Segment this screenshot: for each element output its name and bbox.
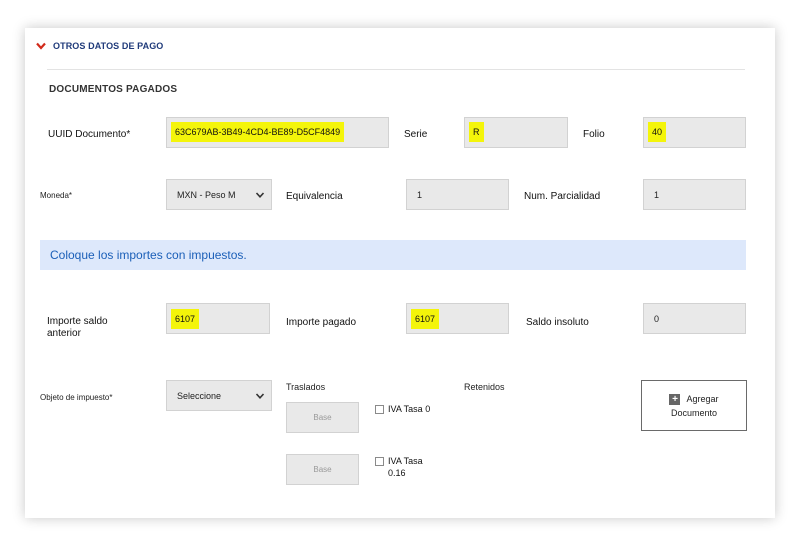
- saldo-anterior-value: 6107: [171, 309, 200, 329]
- divider: [47, 69, 745, 70]
- folio-value: 40: [648, 122, 667, 142]
- folio-label: Folio: [583, 129, 605, 140]
- iva-tasa-016-line2: 0.16: [388, 468, 406, 478]
- saldo-insoluto-input[interactable]: 0: [643, 303, 746, 334]
- saldo-anterior-label-line2: anterior: [47, 328, 81, 339]
- retenidos-label: Retenidos: [464, 382, 505, 392]
- iva-tasa-016-label: IVA Tasa 0.16: [388, 455, 423, 479]
- importe-pagado-label: Importe pagado: [286, 317, 357, 328]
- info-banner: Coloque los importes con impuestos.: [40, 240, 746, 270]
- section-title: OTROS DATOS DE PAGO: [53, 41, 164, 51]
- parcialidad-input[interactable]: 1: [643, 179, 746, 210]
- add-document-line2: Documento: [670, 407, 718, 418]
- moneda-select[interactable]: MXN - Peso M: [166, 179, 272, 210]
- iva-tasa-0-checkbox[interactable]: IVA Tasa 0: [375, 403, 430, 415]
- folio-input[interactable]: 40: [643, 117, 746, 148]
- saldo-anterior-label-line1: Importe saldo: [47, 316, 108, 327]
- add-document-row: + Agregar: [669, 393, 719, 405]
- equivalencia-input[interactable]: 1: [406, 179, 509, 210]
- base-input-iva0[interactable]: Base: [286, 402, 359, 433]
- saldo-insoluto-value: 0: [654, 314, 660, 324]
- moneda-label: Moneda*: [40, 191, 73, 200]
- moneda-selected: MXN - Peso M: [177, 189, 236, 200]
- chevron-down-icon: [255, 392, 265, 399]
- checkbox-box[interactable]: [375, 457, 384, 466]
- add-document-line1: Agregar: [686, 394, 719, 404]
- importe-pagado-input[interactable]: 6107: [406, 303, 509, 334]
- subsection-title: DOCUMENTOS PAGADOS: [49, 84, 178, 95]
- iva-tasa-0-label: IVA Tasa 0: [388, 404, 431, 414]
- add-document-button[interactable]: + Agregar Documento: [641, 380, 747, 431]
- payment-details-card: OTROS DATOS DE PAGO DOCUMENTOS PAGADOS U…: [25, 28, 775, 518]
- saldo-insoluto-label: Saldo insoluto: [526, 317, 589, 328]
- equivalencia-label: Equivalencia: [286, 191, 343, 202]
- equivalencia-value: 1: [417, 190, 423, 200]
- uuid-input[interactable]: 63C679AB-3B49-4CD4-BE89-D5CF4849: [166, 117, 389, 148]
- saldo-anterior-label: Importe saldo anterior: [47, 316, 108, 340]
- parcialidad-value: 1: [654, 190, 660, 200]
- traslados-label: Traslados: [286, 382, 326, 392]
- iva-tasa-016-checkbox[interactable]: IVA Tasa 0.16: [375, 455, 423, 479]
- section-header[interactable]: OTROS DATOS DE PAGO: [35, 40, 163, 52]
- serie-label: Serie: [404, 129, 428, 140]
- objeto-impuesto-label: Objeto de impuesto*: [40, 393, 113, 402]
- chevron-down-icon: [255, 191, 265, 198]
- uuid-value: 63C679AB-3B49-4CD4-BE89-D5CF4849: [171, 122, 345, 142]
- importe-pagado-value: 6107: [411, 309, 440, 329]
- saldo-anterior-input[interactable]: 6107: [166, 303, 270, 334]
- objeto-impuesto-selected: Seleccione: [177, 390, 222, 401]
- uuid-label: UUID Documento*: [48, 129, 131, 140]
- iva-tasa-016-line1: IVA Tasa: [388, 456, 423, 466]
- objeto-impuesto-select[interactable]: Seleccione: [166, 380, 272, 411]
- chevron-down-icon[interactable]: [35, 40, 47, 52]
- parcialidad-label: Num. Parcialidad: [524, 191, 601, 202]
- serie-input[interactable]: R: [464, 117, 568, 148]
- plus-icon: +: [669, 393, 681, 405]
- checkbox-box[interactable]: [375, 405, 384, 414]
- base-input-iva016[interactable]: Base: [286, 454, 359, 485]
- serie-value: R: [469, 122, 484, 142]
